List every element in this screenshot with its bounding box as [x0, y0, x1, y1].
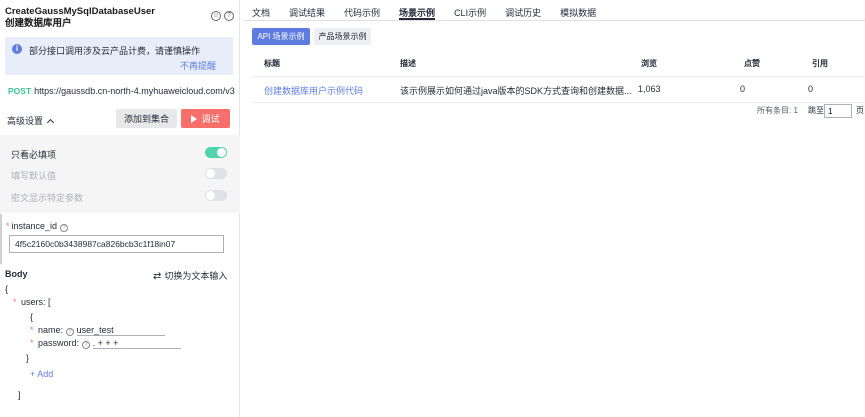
api-title-block: CreateGaussMySqlDatabaseUser 创建数据库用户 — [5, 6, 155, 30]
page-number-input[interactable] — [824, 104, 852, 118]
option-ciphertext-label: 密文显示特定参数 — [11, 193, 84, 203]
tab-debug-result[interactable]: 调试结果 — [289, 0, 325, 20]
row-views: 1,063 — [638, 84, 661, 94]
advanced-settings-panel: 只看必填项 填写默认值 密文显示特定参数 — [0, 135, 240, 213]
header-views: 浏览 — [641, 59, 657, 68]
users-key: * users: [ — [13, 297, 51, 307]
help-icon[interactable]: ? — [82, 341, 91, 349]
notice-text: 部分接口调用涉及云产品计费，请谨慎操作 — [29, 46, 201, 56]
body-open-brace: { — [5, 284, 9, 294]
pager-suffix: 页 — [856, 106, 864, 115]
row-desc: 该示例展示如何通过java版本的SDK方式查询和创建数据... — [400, 86, 632, 96]
header-likes: 点赞 — [744, 59, 760, 68]
tab-scenario-example[interactable]: 场景示例 — [399, 0, 436, 20]
chevron-up-icon — [46, 118, 55, 127]
smiley-icon[interactable]: ☺ — [211, 11, 221, 21]
tabs-divider — [244, 20, 865, 21]
table-header-row: 标题 描述 浏览 点赞 引用 — [252, 53, 865, 73]
help-icon[interactable]: ? — [66, 328, 75, 336]
item-open-brace: { — [30, 312, 34, 322]
array-close-bracket: ] — [18, 390, 21, 400]
tab-code-example[interactable]: 代码示例 — [344, 0, 380, 20]
request-url-row: POST https://gaussdb.cn-north-4.myhuaweic… — [5, 86, 235, 100]
add-to-collection-button[interactable]: 添加到集合 — [116, 109, 177, 128]
advanced-settings-label: 高级设置 — [7, 116, 44, 126]
password-input[interactable]: . + + + — [92, 338, 181, 349]
row-title-link[interactable]: 创建数据库用户示例代码 — [264, 84, 363, 97]
instance-id-label: * instance_id? — [6, 221, 69, 232]
switch-to-text-button[interactable]: ⇄ 切换为文本输入 — [153, 269, 227, 282]
required-only-toggle[interactable] — [205, 147, 227, 158]
body-label: Body — [5, 269, 28, 279]
table-row: 创建数据库用户示例代码 该示例展示如何通过java版本的SDK方式查询和创建数据… — [252, 76, 865, 103]
default-values-toggle[interactable] — [205, 168, 227, 179]
header-refs: 引用 — [812, 59, 828, 68]
option-required-only-label: 只看必填项 — [11, 150, 57, 160]
tab-debug-history[interactable]: 调试历史 — [505, 0, 541, 20]
row-refs: 0 — [808, 84, 814, 94]
name-input[interactable]: user_test — [76, 325, 165, 336]
request-url: https://gaussdb.cn-north-4.myhuaweicloud… — [34, 86, 235, 96]
http-method: POST — [8, 86, 32, 96]
scenario-table: 标题 描述 浏览 点赞 引用 创建数据库用户示例代码 该示例展示如何通过java… — [252, 53, 865, 103]
row-likes: 0 — [740, 84, 746, 94]
section-marker — [0, 214, 2, 264]
help-icon[interactable]: ? — [60, 224, 69, 232]
billing-notice: i 部分接口调用涉及云产品计费，请谨慎操作 不再提醒 — [5, 37, 233, 75]
header-desc: 描述 — [400, 59, 416, 68]
instance-id-input[interactable] — [9, 235, 224, 253]
option-default-values-label: 填写默认值 — [11, 171, 57, 181]
header-title: 标题 — [264, 59, 280, 68]
api-scenario-button[interactable]: API 场景示例 — [252, 28, 310, 45]
tab-mock-data[interactable]: 模拟数据 — [560, 0, 596, 20]
api-name: CreateGaussMySqlDatabaseUser — [5, 6, 155, 17]
swap-icon: ⇄ — [153, 271, 162, 282]
advanced-settings-toggle[interactable]: 高级设置 — [7, 114, 55, 127]
tab-bar: 文档 调试结果 代码示例 场景示例 CLI示例 调试历史 模拟数据 — [252, 0, 615, 20]
help-icon[interactable]: ? — [224, 11, 234, 21]
item-close-brace: } — [26, 353, 30, 363]
product-scenario-button[interactable]: 产品场景示例 — [314, 28, 371, 45]
pager-jump-label: 跳至 — [808, 106, 824, 115]
info-icon: i — [12, 44, 22, 54]
name-field-row: * name:? user_test — [30, 325, 165, 336]
add-item-link[interactable]: + Add — [30, 369, 53, 379]
pager-total: 所有条目: 1 — [757, 106, 798, 115]
ciphertext-toggle[interactable] — [205, 190, 227, 201]
tab-docs[interactable]: 文档 — [252, 0, 270, 20]
debug-button[interactable]: 调试 — [181, 109, 230, 128]
left-panel: CreateGaussMySqlDatabaseUser 创建数据库用户 ☺ ?… — [0, 0, 240, 417]
play-icon — [191, 114, 198, 123]
tab-cli-example[interactable]: CLI示例 — [454, 0, 486, 20]
debug-label: 调试 — [201, 114, 220, 124]
dismiss-link[interactable]: 不再提醒 — [180, 59, 216, 72]
api-subtitle: 创建数据库用户 — [5, 18, 72, 29]
header-icons: ☺ ? — [211, 11, 234, 21]
password-field-row: * password:? . + + + — [30, 338, 181, 349]
